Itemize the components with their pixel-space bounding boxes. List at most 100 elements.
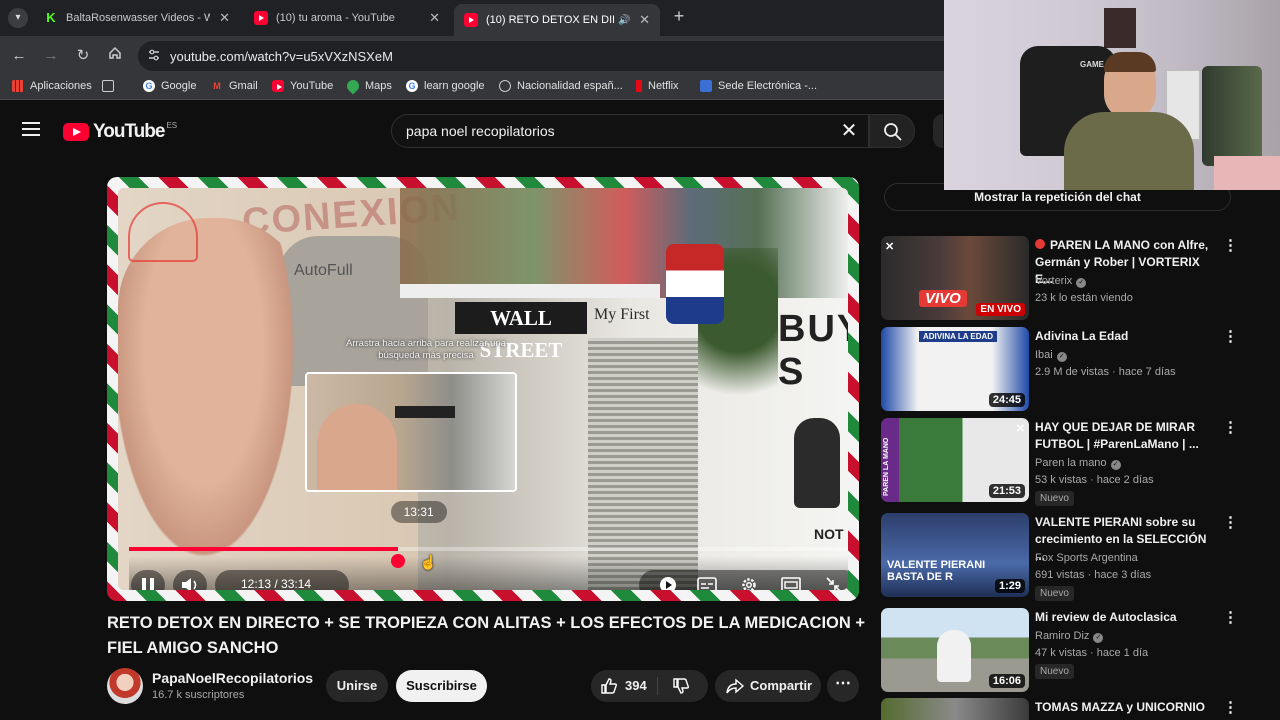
webcam-person-shirt: [1064, 112, 1194, 190]
recommendation-title[interactable]: TOMAS MAZZA y UNICORNIO: [1035, 699, 1215, 716]
address-bar[interactable]: youtube.com/watch?v=u5xVXzNSXeM: [138, 41, 958, 71]
video-thumbnail[interactable]: [881, 698, 1029, 720]
browser-tab-active[interactable]: (10) RETO DETOX EN DIREC 🔊 ✕: [454, 4, 660, 36]
video-thumbnail[interactable]: PAREN LA MANO ✕ 21:53: [881, 418, 1029, 502]
recommendation-title[interactable]: Mi review de Autoclasica: [1035, 609, 1215, 626]
recommendation-channel[interactable]: Paren la mano ✓: [1035, 457, 1121, 470]
bookmark-tab-groups[interactable]: [102, 80, 120, 92]
bookmark-label: Maps: [365, 80, 392, 92]
recommendation-channel[interactable]: Vorterix ✓: [1035, 275, 1087, 288]
verified-icon: ✓: [1110, 460, 1121, 470]
video-thumbnail[interactable]: ✕ VIVO EN VIVO: [881, 236, 1029, 320]
join-button[interactable]: Unirse: [326, 670, 388, 702]
search-box[interactable]: papa noel recopilatorios ✕: [391, 114, 869, 148]
video-thumbnail[interactable]: ADIVINA LA EDAD 24:45: [881, 327, 1029, 411]
bookmark-google[interactable]: G Google: [143, 80, 196, 92]
settings-button[interactable]: [740, 576, 758, 590]
thumb-text: PAREN LA MANO: [883, 437, 890, 496]
poster-text: My First: [594, 306, 650, 323]
close-tab-icon[interactable]: ✕: [429, 10, 440, 26]
browser-tab-2[interactable]: (10) tu aroma - YouTube ✕: [244, 4, 450, 32]
bookmark-learn-google[interactable]: G learn google: [406, 80, 485, 92]
home-icon[interactable]: [104, 45, 126, 67]
more-options-icon[interactable]: ⋮: [1223, 420, 1238, 436]
recommendation-item[interactable]: ✕ VIVO EN VIVO PAREN LA MANO con Alfre, …: [881, 236, 1241, 322]
more-actions-button[interactable]: ⋯: [827, 670, 859, 702]
bookmark-sede[interactable]: Sede Electrónica -...: [700, 80, 817, 92]
back-icon[interactable]: ←: [8, 45, 30, 67]
channel-name[interactable]: PapaNoelRecopilatorios: [152, 670, 313, 686]
bookmark-apps[interactable]: Aplicaciones: [12, 80, 92, 92]
video-duration: 24:45: [988, 393, 1025, 407]
bookmark-gmail[interactable]: M Gmail: [211, 80, 257, 92]
logo-text: YouTube: [93, 121, 165, 142]
site-info-icon[interactable]: [146, 48, 162, 64]
more-options-icon[interactable]: ⋮: [1223, 610, 1238, 626]
recommendation-title[interactable]: Adivina La Edad: [1035, 328, 1215, 345]
recommendation-item[interactable]: PAREN LA MANO ✕ 21:53 HAY QUE DEJAR DE M…: [881, 418, 1241, 506]
clear-search-icon[interactable]: ✕: [838, 120, 860, 142]
autoplay-toggle[interactable]: [659, 576, 677, 590]
more-options-icon[interactable]: ⋮: [1223, 238, 1238, 254]
recommendation-item[interactable]: ADIVINA LA EDAD 24:45 Adivina La Edad Ib…: [881, 327, 1241, 413]
recommendation-meta: 53 k vistas · hace 2 días: [1035, 474, 1154, 486]
browser-tab-1[interactable]: K BaltaRosenwasser Videos - Wat ✕: [34, 4, 240, 32]
forward-icon[interactable]: →: [40, 45, 62, 67]
share-button[interactable]: Compartir: [715, 670, 821, 702]
search-input[interactable]: papa noel recopilatorios: [406, 123, 555, 139]
play-pause-button[interactable]: [131, 570, 165, 590]
new-tab-button[interactable]: +: [668, 6, 690, 27]
like-button[interactable]: [599, 676, 619, 701]
autoplay-icon: [660, 577, 676, 590]
video-thumbnail[interactable]: VALENTE PIERANI BASTA DE R 1:29: [881, 513, 1029, 597]
tab-search-button[interactable]: ▾: [8, 8, 28, 28]
subtitles-button[interactable]: [697, 576, 717, 590]
bookmark-netflix[interactable]: Netflix: [636, 80, 679, 92]
scrub-preview-thumbnail: [304, 372, 517, 492]
recommendation-meta: 691 vistas · hace 3 días: [1035, 569, 1152, 581]
close-tab-icon[interactable]: ✕: [639, 12, 650, 28]
recommendation-item[interactable]: 16:06 Mi review de Autoclasica Ramiro Di…: [881, 608, 1241, 694]
new-badge: Nuevo: [1035, 491, 1074, 506]
progress-scrubber-handle[interactable]: [390, 554, 405, 568]
recommendation-title[interactable]: HAY QUE DEJAR DE MIRAR FUTBOL | #ParenLa…: [1035, 419, 1215, 453]
subscribe-button[interactable]: Suscribirse: [396, 670, 487, 702]
speaker-icon[interactable]: 🔊: [618, 15, 630, 26]
more-options-icon[interactable]: ⋮: [1223, 515, 1238, 531]
tab-title: (10) tu aroma - YouTube: [276, 12, 395, 24]
close-tab-icon[interactable]: ✕: [219, 10, 230, 26]
fullscreen-exit-icon: [826, 577, 841, 590]
bookmark-maps[interactable]: Maps: [344, 77, 392, 95]
miniplayer-button[interactable]: [781, 576, 801, 590]
video-player[interactable]: CONEXION AutoFull WALL STREET My First B…: [107, 177, 859, 601]
mute-button[interactable]: [173, 570, 207, 590]
recommendation-item[interactable]: VALENTE PIERANI BASTA DE R 1:29 VALENTE …: [881, 513, 1241, 601]
recommendation-item[interactable]: TOMAS MAZZA y UNICORNIO ⋮: [881, 698, 1241, 720]
bookmark-nacionalidad[interactable]: Nacionalidad españ...: [499, 80, 623, 92]
bookmark-youtube[interactable]: YouTube: [272, 80, 333, 92]
voice-search-button[interactable]: [933, 114, 943, 148]
recommendation-channel[interactable]: Fox Sports Argentina: [1035, 552, 1138, 564]
fullscreen-button[interactable]: [825, 576, 843, 590]
thumb-person: [937, 630, 971, 682]
reload-icon[interactable]: ↻: [72, 45, 94, 67]
thumbs-up-icon: [601, 678, 618, 694]
youtube-logo[interactable]: YouTube ES: [63, 121, 177, 143]
recommendation-channel[interactable]: Ibai ✓: [1035, 349, 1067, 362]
recommendation-channel[interactable]: Ramiro Diz ✓: [1035, 630, 1104, 643]
dislike-button[interactable]: [671, 676, 691, 701]
recommendation-meta: 23 k lo están viendo: [1035, 292, 1133, 304]
close-icon: ✕: [1015, 423, 1025, 435]
menu-icon[interactable]: [22, 122, 40, 136]
search-button[interactable]: [869, 114, 915, 148]
progress-bar[interactable]: [129, 547, 848, 551]
more-options-icon[interactable]: ⋮: [1223, 329, 1238, 345]
more-options-icon[interactable]: ⋮: [1223, 700, 1238, 716]
video-frame[interactable]: CONEXION AutoFull WALL STREET My First B…: [118, 188, 848, 590]
video-thumbnail[interactable]: 16:06: [881, 608, 1029, 692]
apps-grid-icon: [12, 80, 24, 92]
webcam-desk-item: [1214, 156, 1280, 190]
grid-icon: [102, 80, 114, 92]
money-stacks: [588, 338, 698, 590]
channel-avatar[interactable]: [107, 668, 143, 704]
